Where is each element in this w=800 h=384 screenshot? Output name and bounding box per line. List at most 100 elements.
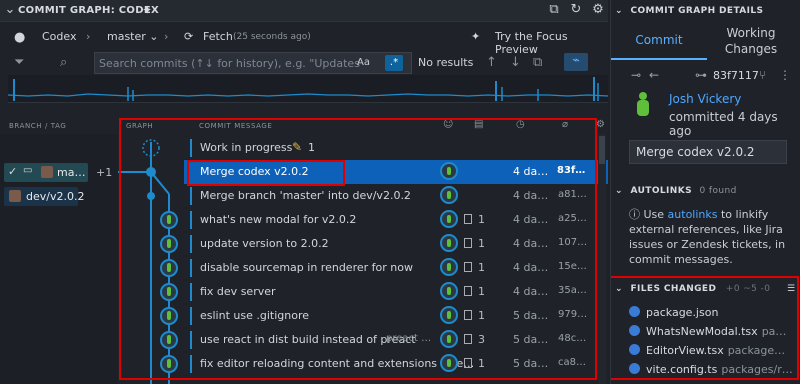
repo-toolbar: ● Codex › master ⌄ › ⟳ Fetch (25 seconds… bbox=[0, 26, 608, 56]
chevron-down-icon[interactable]: ⌄ bbox=[615, 6, 623, 16]
row-separator bbox=[190, 307, 192, 325]
author-name[interactable]: Josh Vickery bbox=[669, 92, 741, 106]
commit-row[interactable]: eslint use .gitignore 1 5 da… 979… bbox=[118, 304, 608, 328]
row-separator bbox=[190, 259, 192, 277]
commit-date: 4 da… bbox=[513, 261, 549, 274]
regex-toggle[interactable]: .* bbox=[385, 55, 403, 71]
file-name: WhatsNewModal.tsx bbox=[646, 325, 758, 338]
row-separator bbox=[190, 283, 192, 301]
commit-row-wip[interactable]: Work in progress ✎ 1 bbox=[118, 136, 608, 160]
row-separator bbox=[190, 235, 192, 253]
autolinks-link[interactable]: autolinks bbox=[668, 208, 718, 221]
commit-row-selected[interactable]: Merge codex v2.0.2 4 da… 83f… bbox=[184, 160, 608, 184]
branch-selector[interactable]: master ⌄ bbox=[107, 30, 159, 43]
changes-count: 1 bbox=[478, 261, 485, 274]
tab-commit[interactable]: Commit bbox=[611, 24, 707, 60]
pin-icon[interactable]: ⊸ bbox=[631, 68, 641, 82]
column-settings-icon[interactable]: ⚙ bbox=[596, 119, 606, 130]
back-arrow-icon[interactable]: ← bbox=[649, 68, 659, 82]
changes-column-icon[interactable]: ▤ bbox=[474, 119, 484, 130]
gear-icon[interactable]: ⚙ bbox=[590, 2, 606, 18]
tab-working-changes[interactable]: Working Changes bbox=[711, 24, 791, 60]
file-path: pa… bbox=[761, 325, 787, 338]
branch-column: ✓ ▭ ma… +1 dev/v2.0.2 bbox=[0, 134, 118, 384]
details-header[interactable]: ⌄ COMMIT GRAPH DETAILS bbox=[615, 6, 800, 16]
chevron-down-icon[interactable]: ⌄ bbox=[2, 2, 18, 18]
author-avatar bbox=[440, 162, 458, 180]
file-name: package.json bbox=[646, 306, 719, 319]
branch-pill-dev[interactable]: dev/v2.0.2 bbox=[4, 187, 84, 206]
author-avatar bbox=[633, 92, 653, 118]
modified-file-icon bbox=[629, 344, 640, 355]
commit-row[interactable]: Merge branch 'master' into dev/v2.0.2 4 … bbox=[118, 184, 608, 208]
fetch-icon[interactable]: ⟳ bbox=[184, 30, 193, 43]
column-branch[interactable]: BRANCH / TAG bbox=[9, 122, 66, 130]
commit-nav-row: ⊸ ← ⊶ 83f7117 ⑂ ⋮ bbox=[631, 68, 800, 84]
commit-date: 4 da… bbox=[513, 285, 549, 298]
refresh-icon[interactable]: ↻ bbox=[568, 2, 584, 18]
arrow-up-icon[interactable]: ↑ bbox=[486, 55, 497, 70]
commit-row[interactable]: fix editor reloading content and extensi… bbox=[118, 352, 608, 376]
open-external-icon[interactable]: ⧉ bbox=[546, 2, 562, 18]
modified-file-icon bbox=[629, 325, 640, 336]
commit-row[interactable]: use react in dist build instead of preac… bbox=[118, 328, 608, 352]
search-icon[interactable]: ⌕ bbox=[60, 55, 67, 70]
author-column-icon[interactable]: ☺ bbox=[443, 119, 454, 130]
sparkle-icon[interactable]: ✦ bbox=[142, 3, 152, 17]
arrow-down-icon[interactable]: ↓ bbox=[510, 55, 521, 70]
filter-icon[interactable]: ⏷ bbox=[14, 55, 24, 70]
activity-chart-icon[interactable]: ⌁ bbox=[564, 53, 588, 71]
commit-details-panel: ⌄ COMMIT GRAPH DETAILS Commit Working Ch… bbox=[610, 0, 800, 384]
branch-tag[interactable]: preact … bbox=[386, 333, 431, 344]
file-name: vite.config.ts bbox=[646, 363, 718, 376]
commit-message: fix dev server bbox=[200, 285, 276, 298]
wip-count: 1 bbox=[308, 141, 315, 154]
branch-row-dev[interactable]: dev/v2.0.2 bbox=[0, 186, 118, 206]
scrollbar-thumb[interactable] bbox=[599, 136, 605, 164]
match-case-toggle[interactable]: Aa bbox=[357, 57, 370, 68]
column-message[interactable]: COMMIT MESSAGE bbox=[199, 122, 272, 130]
branch-row-master[interactable]: ✓ ▭ ma… +1 bbox=[0, 162, 118, 182]
row-separator bbox=[190, 187, 192, 205]
monitor-icon: ▭ bbox=[23, 165, 33, 176]
commit-row[interactable]: update version to 2.0.2 1 4 da… 107… bbox=[118, 232, 608, 256]
fetch-button[interactable]: Fetch bbox=[203, 30, 233, 43]
view-options-icon[interactable]: ☰ bbox=[787, 284, 795, 294]
author-avatar bbox=[440, 186, 458, 204]
sha-column-icon[interactable]: ⌀ bbox=[562, 119, 569, 130]
commit-message-box[interactable]: Merge codex v2.0.2 bbox=[629, 140, 787, 164]
file-item[interactable]: WhatsNewModal.tsx pa… bbox=[629, 325, 800, 343]
chevron-down-icon[interactable]: ⌄ bbox=[615, 186, 623, 196]
column-graph[interactable]: GRAPH bbox=[126, 122, 153, 130]
commit-sha: 15e… bbox=[558, 261, 587, 272]
autolinks-header[interactable]: ⌄ AUTOLINKS 0 found bbox=[615, 186, 800, 196]
repo-name[interactable]: Codex bbox=[42, 30, 76, 43]
author-avatar bbox=[440, 354, 458, 372]
commit-sha: 83f… bbox=[557, 165, 586, 176]
commit-minimap[interactable] bbox=[8, 75, 608, 103]
commit-row[interactable]: what's new modal for v2.0.2 1 4 da… a25… bbox=[118, 208, 608, 232]
file-item[interactable]: vite.config.ts packages/r… bbox=[629, 363, 800, 381]
panel-titlebar: ⌄ COMMIT GRAPH: CODEX ✦ ⧉ ↻ ⚙ bbox=[0, 0, 608, 22]
row-separator bbox=[190, 211, 192, 229]
author-avatar bbox=[440, 306, 458, 324]
commit-row[interactable]: fix dev server 1 4 da… 35a… bbox=[118, 280, 608, 304]
details-sha[interactable]: 83f7117 bbox=[713, 69, 759, 82]
open-results-icon[interactable]: ⧉ bbox=[533, 55, 542, 70]
branch-icon[interactable]: ⑂ bbox=[759, 68, 766, 82]
more-icon[interactable]: ⋮ bbox=[779, 68, 791, 82]
branch-pill-master[interactable]: ✓ ▭ ma… bbox=[4, 163, 88, 182]
date-column-icon[interactable]: ◷ bbox=[516, 119, 525, 130]
file-item[interactable]: package.json bbox=[629, 306, 800, 324]
author-avatar bbox=[440, 234, 458, 252]
branch-plus-count[interactable]: +1 bbox=[96, 166, 112, 179]
commit-row[interactable]: disable sourcemap in renderer for now 1 … bbox=[118, 256, 608, 280]
chevron-down-icon[interactable]: ⌄ bbox=[615, 284, 623, 294]
check-icon: ✓ bbox=[8, 165, 18, 178]
search-input[interactable]: Search commits (↑↓ for history), e.g. "U… bbox=[94, 52, 412, 74]
file-item[interactable]: EditorView.tsx package… bbox=[629, 344, 800, 362]
commit-date: 5 da… bbox=[513, 333, 549, 346]
files-changed-header[interactable]: ⌄ FILES CHANGED +0 ~5 -0 ☰ bbox=[615, 284, 800, 294]
scrollbar[interactable] bbox=[598, 134, 606, 384]
autolinks-title: AUTOLINKS bbox=[630, 186, 692, 196]
